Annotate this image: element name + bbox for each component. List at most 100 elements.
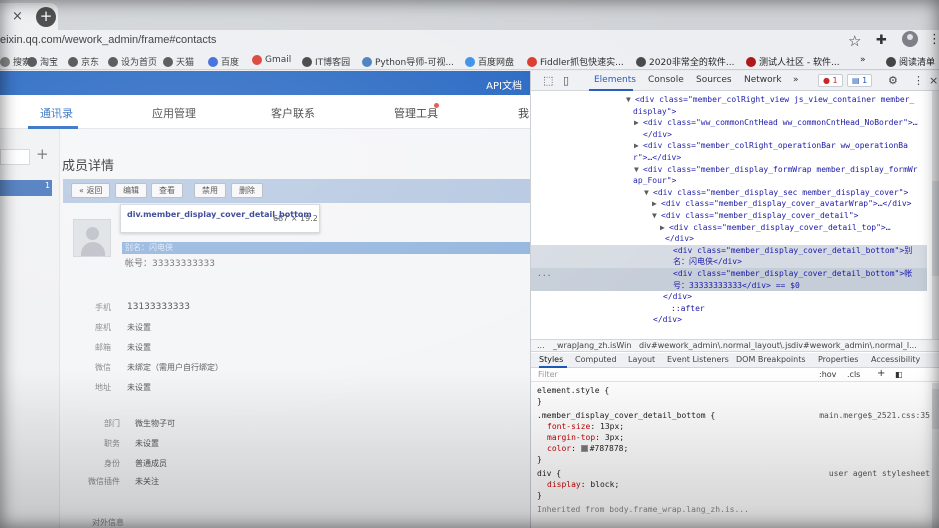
menu-icon[interactable]: ⋮	[928, 32, 939, 47]
tab-network[interactable]: Network	[744, 75, 782, 85]
bookmark-item[interactable]: 阅读清单	[886, 55, 935, 68]
dom-node[interactable]: 名：闪电侠</div>	[673, 256, 742, 268]
new-tab-button[interactable]: +	[36, 7, 56, 27]
expand-toggle-icon[interactable]: ▶	[652, 198, 657, 210]
dom-node[interactable]: display">	[633, 106, 676, 118]
dom-scrollbar-thumb[interactable]	[932, 181, 939, 276]
styles-filter-input[interactable]: Filter	[538, 370, 558, 379]
add-icon[interactable]: +	[36, 145, 49, 163]
class-toggle[interactable]: .cls	[847, 370, 860, 379]
bookmark-item[interactable]: 测试人社区 - 软件...	[746, 55, 840, 68]
css-declaration[interactable]: display: block;	[547, 479, 619, 490]
devtools-menu-icon[interactable]: ⋮	[913, 74, 924, 87]
nav-contacts[interactable]: 通讯录	[40, 105, 73, 121]
css-selector[interactable]: div {	[537, 468, 561, 479]
styles-subtab[interactable]: Accessibility	[871, 355, 920, 364]
bookmark-item[interactable]: »	[860, 55, 866, 65]
new-rule-icon[interactable]: +	[877, 368, 885, 379]
breadcrumb-item[interactable]: _wrapJang_zh.isWin	[553, 341, 631, 350]
tab-elements[interactable]: Elements	[594, 75, 636, 85]
bookmark-item[interactable]: 天猫	[163, 55, 194, 68]
bookmark-item[interactable]: 百度	[208, 55, 239, 68]
edit-button[interactable]: 编辑	[115, 183, 147, 198]
bookmark-item[interactable]: IT博客园	[302, 55, 350, 68]
dom-node[interactable]: ▶ <div class="member_display_cover_avata…	[652, 198, 911, 210]
computed-sidebar-icon[interactable]: ◧	[895, 370, 903, 379]
bookmark-item[interactable]: 2020非常全的软件...	[636, 55, 735, 68]
bookmark-item[interactable]: 设为首页	[108, 55, 157, 68]
expand-toggle-icon[interactable]: ▶	[634, 117, 639, 129]
css-declaration[interactable]: margin-top: 3px;	[547, 432, 624, 443]
close-devtools-icon[interactable]: ×	[929, 74, 938, 87]
nav-customers[interactable]: 客户联系	[271, 105, 315, 121]
css-declaration[interactable]: color: #787878;	[547, 443, 628, 454]
expand-toggle-icon[interactable]: ▶	[634, 140, 639, 152]
dom-node[interactable]: r">…</div>	[633, 152, 681, 164]
styles-subtab[interactable]: Styles	[539, 355, 563, 364]
api-doc-link[interactable]: API文档	[486, 77, 522, 92]
css-selector[interactable]: .member_display_cover_detail_bottom {	[537, 410, 715, 421]
expand-toggle-icon[interactable]: ▼	[634, 164, 639, 176]
bookmark-item[interactable]: Python导师-可视...	[362, 55, 454, 68]
dom-node[interactable]: ap_Four">	[633, 175, 676, 187]
inspect-element-icon[interactable]: ⬚	[543, 74, 553, 87]
profile-icon[interactable]	[902, 31, 918, 47]
expand-toggle-icon[interactable]: ▼	[644, 187, 649, 199]
view-button[interactable]: 查看	[151, 183, 183, 198]
star-icon[interactable]: ☆	[848, 32, 861, 50]
dom-node[interactable]: ▼ <div class="member_colRight_view js_vi…	[626, 94, 914, 106]
nav-me[interactable]: 我	[518, 105, 529, 121]
styles-subtab[interactable]: Layout	[628, 355, 655, 364]
more-tabs-icon[interactable]: »	[793, 75, 799, 85]
css-selector[interactable]: element.style {	[537, 385, 609, 396]
css-source-link[interactable]: main.merge$_2521.css:35	[819, 410, 930, 421]
address-bar[interactable]: eixin.qq.com/wework_admin/frame#contacts	[0, 34, 216, 46]
dom-node[interactable]: ▼ <div class="member_display_formWrap me…	[634, 164, 918, 176]
disable-button[interactable]: 禁用	[194, 183, 226, 198]
nav-tools[interactable]: 管理工具	[394, 105, 438, 121]
styles-scrollbar-thumb[interactable]	[932, 389, 939, 429]
breadcrumb-item[interactable]: ...	[537, 341, 545, 350]
dom-node[interactable]: </div>	[665, 233, 694, 245]
dom-node[interactable]: </div>	[653, 314, 682, 326]
device-toolbar-icon[interactable]: ▯	[563, 74, 569, 87]
color-swatch-icon[interactable]	[580, 445, 588, 452]
settings-gear-icon[interactable]: ⚙	[888, 74, 898, 87]
css-declaration[interactable]: font-size: 13px;	[547, 421, 624, 432]
close-tab-icon[interactable]: ×	[12, 9, 23, 24]
dom-node[interactable]: <div class="member_display_cover_detail_…	[673, 245, 912, 257]
bookmark-item[interactable]: Fiddler抓包快速实...	[527, 55, 624, 68]
dom-node[interactable]: ▶ <div class="member_colRight_operationB…	[634, 140, 908, 152]
contact-search-input[interactable]	[0, 149, 30, 165]
styles-subtab[interactable]: Computed	[575, 355, 617, 364]
tab-console[interactable]: Console	[648, 75, 684, 85]
dom-node[interactable]: <div class="member_display_cover_detail_…	[673, 268, 912, 280]
tab-sources[interactable]: Sources	[696, 75, 732, 85]
css-source-link[interactable]: user agent stylesheet	[829, 468, 930, 479]
error-badge[interactable]: ● 1	[818, 74, 843, 87]
dom-node[interactable]: ::after	[671, 303, 705, 315]
dom-node[interactable]: ▶ <div class="member_display_cover_detai…	[660, 222, 891, 234]
dom-node[interactable]: </div>	[643, 129, 672, 141]
hover-state-toggle[interactable]: :hov	[819, 370, 836, 379]
bookmark-item[interactable]: 百度网盘	[465, 55, 514, 68]
bookmark-item[interactable]: Gmail	[252, 55, 291, 65]
extension-icon[interactable]: ✚	[876, 33, 887, 48]
breadcrumb-item[interactable]: div#wework_admin\.normal_l...	[791, 341, 917, 350]
expand-toggle-icon[interactable]: ▼	[652, 210, 657, 222]
nav-apps[interactable]: 应用管理	[152, 105, 196, 121]
styles-subtab[interactable]: Event Listeners	[667, 355, 729, 364]
back-button[interactable]: « 返回	[71, 183, 111, 198]
dom-node[interactable]: </div>	[663, 291, 692, 303]
bookmark-item[interactable]: 京东	[68, 55, 99, 68]
styles-subtab[interactable]: Properties	[818, 355, 858, 364]
message-badge[interactable]: ▤ 1	[847, 74, 873, 87]
dom-node[interactable]: ▶ <div class="ww_commonCntHead ww_common…	[634, 117, 918, 129]
breadcrumb-item[interactable]: div#wework_admin\.normal_layout\.js	[639, 341, 792, 350]
delete-button[interactable]: 删除	[231, 183, 263, 198]
dom-node[interactable]: ▼ <div class="member_display_cover_detai…	[652, 210, 858, 222]
dom-node[interactable]: ▼ <div class="member_display_sec member_…	[644, 187, 908, 199]
css-selector[interactable]: Inherited from body.frame_wrap.lang_zh.i…	[537, 504, 749, 515]
expand-toggle-icon[interactable]: ▶	[660, 222, 665, 234]
bookmark-item[interactable]: 淘宝	[27, 55, 58, 68]
